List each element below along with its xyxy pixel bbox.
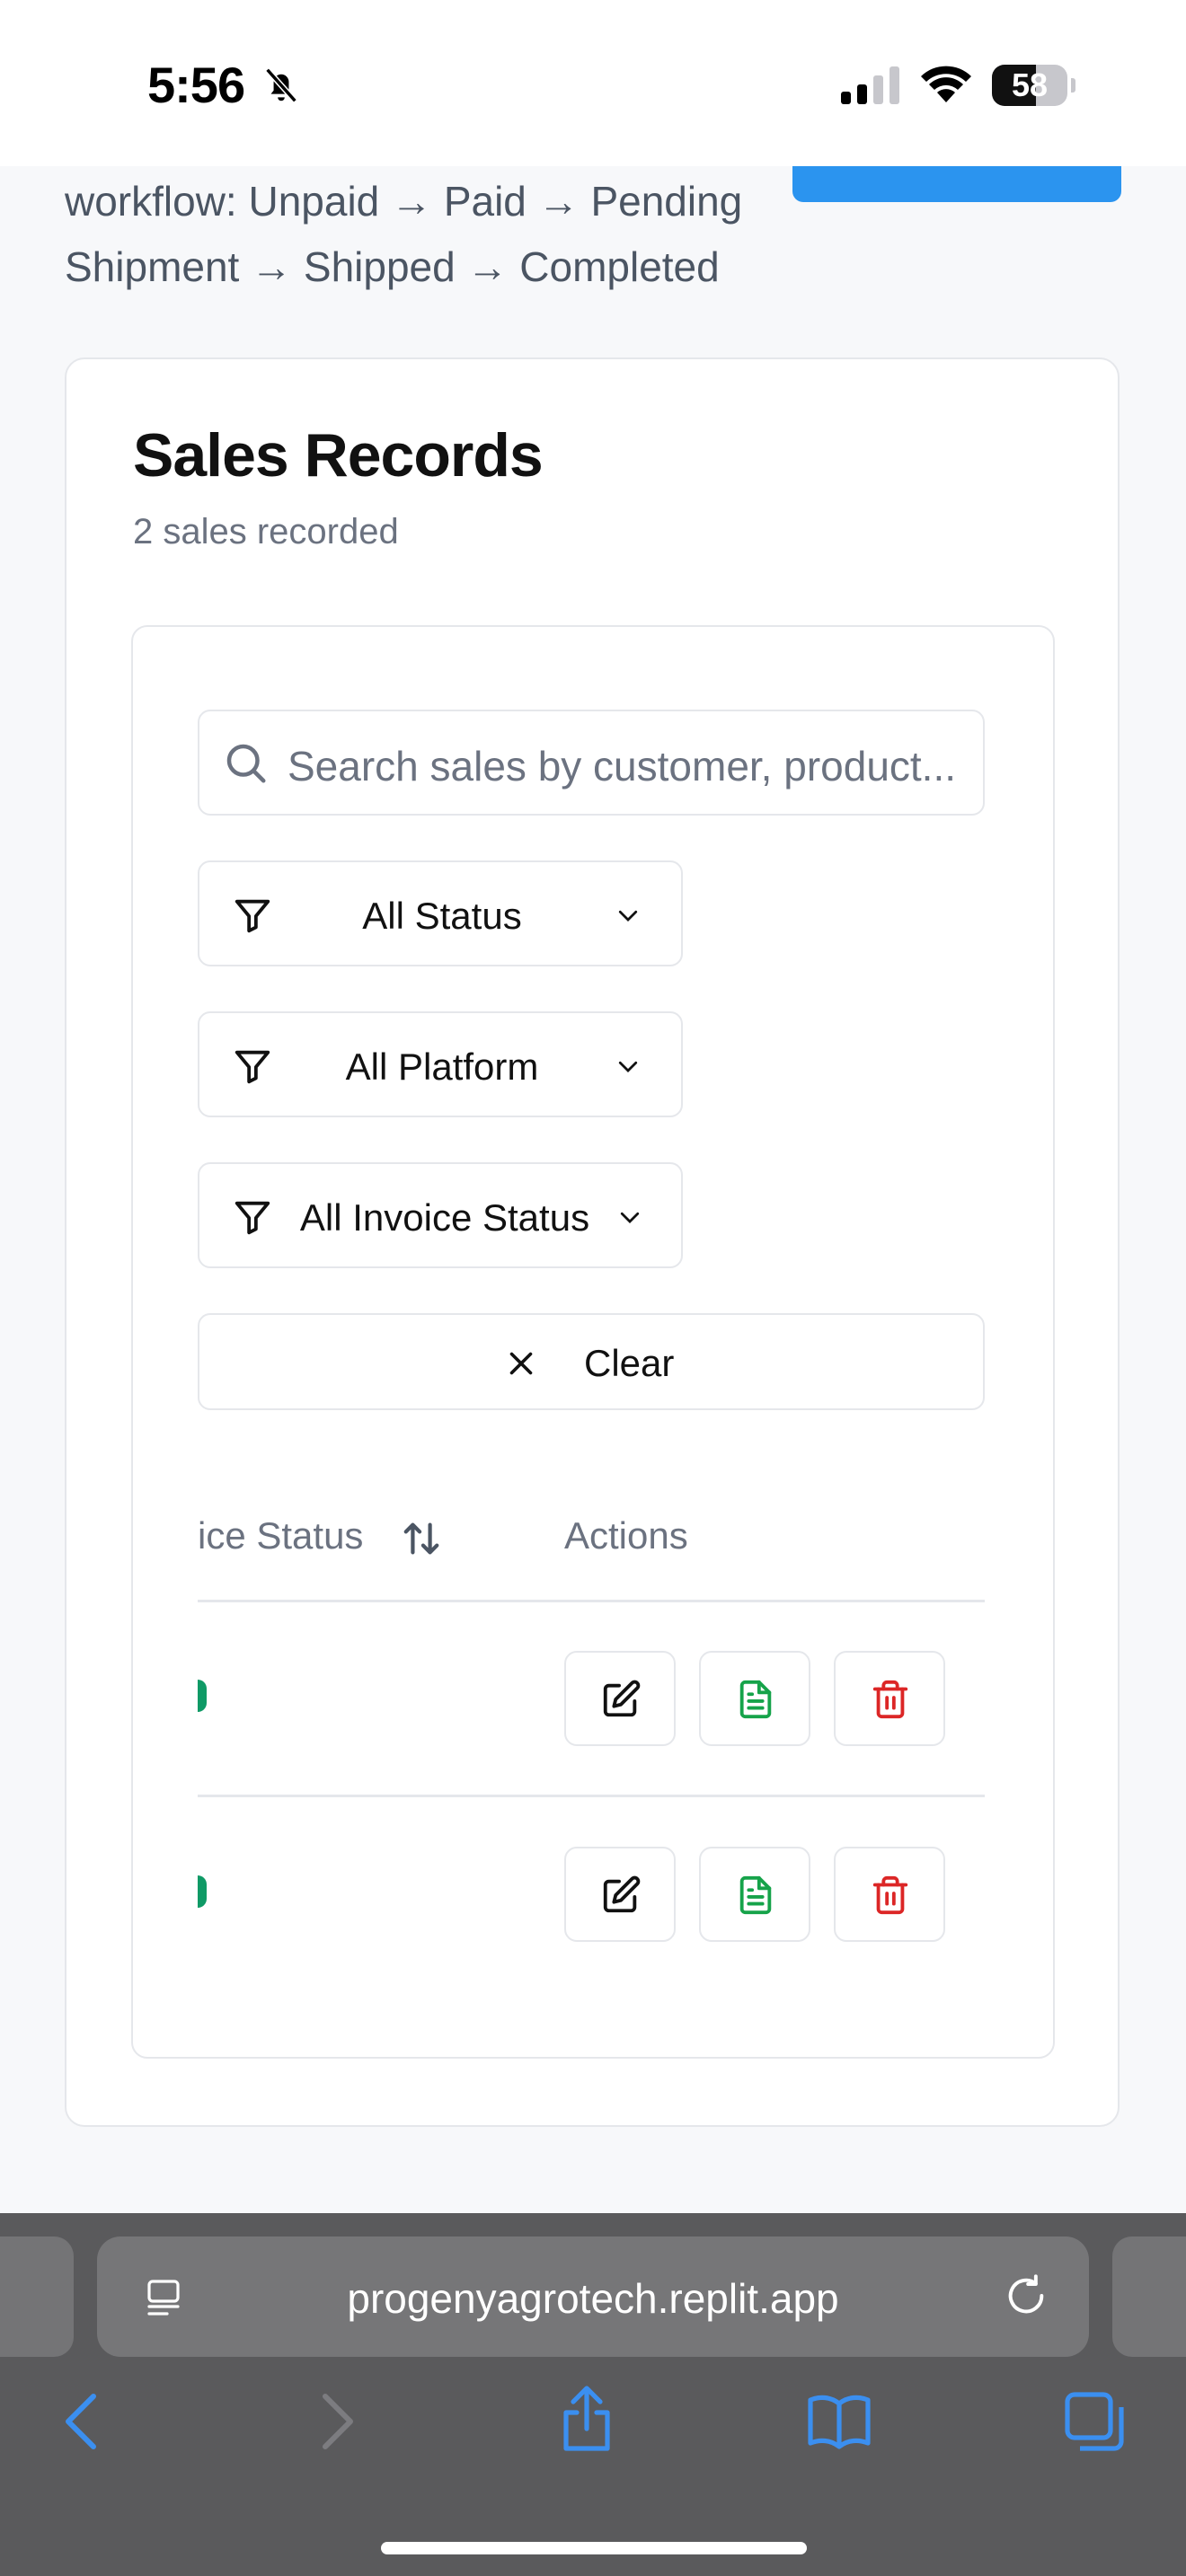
invoice-icon: [739, 1680, 772, 1719]
delete-icon: [872, 1680, 908, 1719]
platform-filter-label: All Platform: [345, 1045, 539, 1088]
primary-action-button[interactable]: [792, 166, 1121, 202]
cellular-signal-icon: [841, 66, 899, 104]
battery-icon: 58: [992, 65, 1075, 106]
bookmarks-icon[interactable]: [805, 2389, 873, 2454]
home-indicator: [381, 2542, 807, 2554]
workflow-description: workflow: Unpaid → Paid → Pending Shipme…: [65, 178, 743, 290]
status-time: 5:56: [147, 57, 245, 113]
search-placeholder: Search sales by customer, product...: [288, 743, 957, 790]
status-filter-label: All Status: [362, 895, 522, 937]
next-tab-preview[interactable]: [1112, 2236, 1186, 2357]
sales-count: 2 sales recorded: [133, 512, 399, 551]
share-icon[interactable]: [557, 2384, 616, 2456]
card-title: Sales Records: [133, 421, 544, 490]
invoice-status-badge: [198, 1875, 207, 1908]
invoice-status-badge: [198, 1680, 207, 1712]
sales-records-card: Sales Records 2 sales recorded Search sa…: [65, 357, 1120, 2127]
wifi-icon: [921, 66, 971, 102]
bell-slash-icon: [265, 67, 297, 103]
invoice-status-filter-select[interactable]: All Invoice Status: [198, 1162, 683, 1268]
clear-filters-button[interactable]: Clear: [198, 1313, 985, 1410]
tabs-icon[interactable]: [1062, 2389, 1127, 2454]
edit-button[interactable]: [564, 1651, 676, 1746]
column-header-invoice-status[interactable]: ice Status: [198, 1514, 363, 1557]
previous-tab-preview[interactable]: [0, 2236, 74, 2357]
column-header-actions: Actions: [564, 1514, 688, 1557]
chevron-down-icon: [618, 910, 638, 922]
search-input[interactable]: Search sales by customer, product...: [198, 710, 985, 816]
delete-button[interactable]: [834, 1847, 945, 1942]
sort-icon[interactable]: [401, 1518, 442, 1559]
status-bar: 5:56 58: [0, 0, 1186, 166]
delete-icon: [872, 1875, 908, 1915]
reload-icon[interactable]: [1003, 2272, 1049, 2319]
filter-icon: [235, 1050, 270, 1084]
invoice-icon: [739, 1875, 772, 1915]
forward-icon[interactable]: [314, 2389, 361, 2454]
invoice-button[interactable]: [699, 1651, 810, 1746]
table-row-divider: [198, 1795, 985, 1797]
close-icon: [509, 1352, 533, 1375]
chevron-down-icon: [620, 1212, 640, 1223]
edit-icon: [603, 1875, 641, 1913]
invoice-button[interactable]: [699, 1847, 810, 1942]
delete-button[interactable]: [834, 1651, 945, 1746]
sales-table-panel: Search sales by customer, product... All…: [131, 625, 1055, 2059]
filter-icon: [235, 1201, 270, 1235]
address-bar[interactable]: progenyagrotech.replit.app: [97, 2236, 1089, 2357]
edit-icon: [603, 1680, 641, 1717]
search-icon: [226, 744, 266, 783]
status-filter-select[interactable]: All Status: [198, 860, 683, 966]
clear-label: Clear: [584, 1342, 675, 1384]
back-icon[interactable]: [58, 2389, 104, 2454]
invoice-status-filter-label: All Invoice Status: [299, 1196, 590, 1239]
edit-button[interactable]: [564, 1847, 676, 1942]
filter-icon: [235, 899, 270, 933]
url-text: progenyagrotech.replit.app: [347, 2275, 839, 2322]
battery-percent: 58: [1011, 66, 1049, 103]
table-header-divider: [198, 1600, 985, 1602]
chevron-down-icon: [618, 1061, 638, 1072]
platform-filter-select[interactable]: All Platform: [198, 1011, 683, 1117]
